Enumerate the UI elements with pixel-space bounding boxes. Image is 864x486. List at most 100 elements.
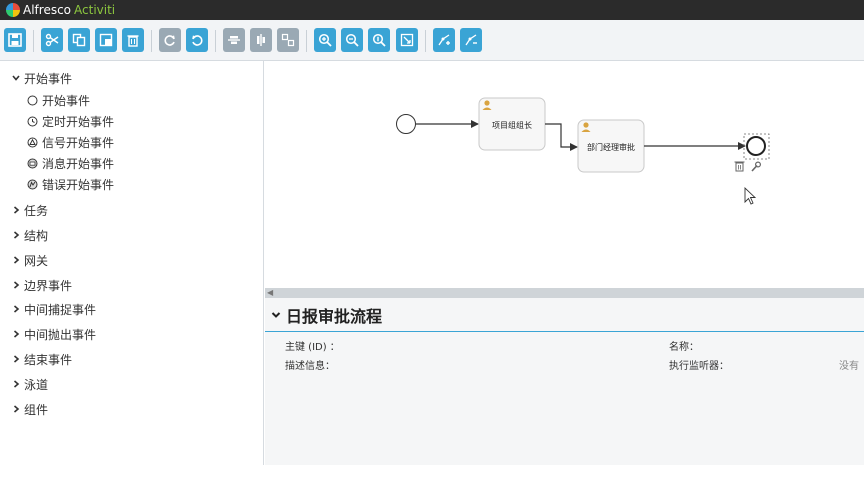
align-vertical-button[interactable]	[250, 28, 272, 52]
end-event-node[interactable]	[746, 136, 766, 156]
palette-group-boundary-events[interactable]: 边界事件	[0, 275, 72, 295]
paste-button[interactable]	[95, 28, 117, 52]
shape-palette: 开始事件 开始事件 定时开始事件 信号开始事件 消息开始事件 错误开始事件 任务	[0, 61, 264, 465]
wrench-icon[interactable]	[751, 161, 762, 172]
chevron-down-icon	[12, 74, 24, 82]
palette-group-label: 结构	[24, 228, 49, 243]
align-horizontal-icon	[228, 36, 240, 44]
delete-icon[interactable]	[734, 161, 745, 172]
user-task-node[interactable]: 项目组组长	[478, 97, 546, 151]
remove-bendpoint-button[interactable]	[460, 28, 482, 52]
add-bendpoint-icon	[438, 34, 450, 46]
zoom-out-icon	[345, 33, 359, 47]
process-diagram: 项目组组长 部门经理审批	[396, 97, 770, 205]
app-logo: Alfresco Activiti	[6, 3, 115, 17]
copy-icon	[72, 33, 86, 47]
properties-panel: 日报审批流程 主键 (ID) ： 描述信息： 名称： 执行监听器： 没有	[265, 298, 864, 465]
palette-item-start-event[interactable]: 开始事件	[26, 91, 90, 109]
brand-name: Alfresco	[23, 3, 72, 17]
palette-group-start-events[interactable]: 开始事件	[0, 68, 72, 88]
toolbar-separator	[151, 30, 152, 52]
same-size-icon	[281, 33, 295, 47]
cut-button[interactable]	[41, 28, 63, 52]
palette-item-message-start-event[interactable]: 消息开始事件	[26, 154, 114, 172]
palette-group-artifacts[interactable]: 组件	[0, 399, 48, 419]
property-name-label[interactable]: 名称：	[669, 338, 699, 353]
timer-icon	[26, 115, 38, 127]
chevron-right-icon	[12, 330, 24, 338]
chevron-right-icon	[12, 405, 24, 413]
palette-item-label: 开始事件	[42, 93, 91, 108]
palette-group-gateways[interactable]: 网关	[0, 250, 48, 270]
app-header: Alfresco Activiti	[0, 0, 864, 20]
chevron-right-icon	[12, 305, 24, 313]
diagram-canvas[interactable]: 项目组组长 部门经理审批	[265, 61, 864, 288]
palette-item-error-start-event[interactable]: 错误开始事件	[26, 175, 114, 193]
palette-item-signal-start-event[interactable]: 信号开始事件	[26, 133, 114, 151]
property-listener-label[interactable]: 执行监听器：	[669, 357, 729, 372]
chevron-down-icon	[271, 310, 281, 320]
save-icon	[8, 33, 22, 47]
start-event-icon	[26, 94, 38, 106]
copy-button[interactable]	[68, 28, 90, 52]
property-id-label[interactable]: 主键 (ID) ：	[285, 338, 340, 353]
same-size-button[interactable]	[277, 28, 299, 52]
palette-group-label: 边界事件	[24, 278, 73, 293]
mouse-cursor-icon	[744, 186, 757, 205]
palette-group-tasks[interactable]: 任务	[0, 200, 48, 220]
palette-group-label: 中间捕捉事件	[24, 302, 97, 317]
task-label: 部门经理审批	[587, 142, 635, 152]
palette-group-structure[interactable]: 结构	[0, 225, 48, 245]
message-icon	[26, 157, 38, 169]
zoom-fit-icon	[400, 33, 414, 47]
zoom-out-button[interactable]	[341, 28, 363, 52]
palette-group-label: 结束事件	[24, 352, 73, 367]
zoom-actual-button[interactable]	[368, 28, 390, 52]
palette-group-swimlanes[interactable]: 泳道	[0, 374, 48, 394]
user-task-node[interactable]: 部门经理审批	[577, 119, 645, 173]
undo-icon	[192, 35, 203, 46]
add-bendpoint-button[interactable]	[433, 28, 455, 52]
palette-group-label: 开始事件	[24, 71, 73, 86]
palette-item-label: 错误开始事件	[42, 177, 115, 192]
palette-item-label: 消息开始事件	[42, 156, 115, 171]
palette-group-label: 网关	[24, 253, 49, 268]
zoom-actual-icon	[372, 33, 386, 47]
align-horizontal-button[interactable]	[223, 28, 245, 52]
process-title: 日报审批流程	[286, 306, 383, 326]
palette-group-end-events[interactable]: 结束事件	[0, 349, 72, 369]
save-button[interactable]	[4, 28, 26, 52]
toolbar-separator	[33, 30, 34, 52]
chevron-right-icon	[12, 281, 24, 289]
zoom-in-icon	[318, 33, 332, 47]
start-event-node[interactable]	[396, 114, 416, 134]
palette-group-intermediate-throw-events[interactable]: 中间抛出事件	[0, 324, 96, 344]
toolbar-separator	[215, 30, 216, 52]
sequence-flow[interactable]	[545, 123, 578, 151]
properties-header[interactable]: 日报审批流程	[265, 298, 864, 332]
palette-group-intermediate-catch-events[interactable]: 中间捕捉事件	[0, 299, 96, 319]
zoom-in-button[interactable]	[314, 28, 336, 52]
palette-item-timer-start-event[interactable]: 定时开始事件	[26, 112, 114, 130]
zoom-fit-button[interactable]	[396, 28, 418, 52]
property-description-label[interactable]: 描述信息：	[285, 357, 335, 372]
undo-button[interactable]	[186, 28, 208, 52]
property-listener-value[interactable]: 没有	[839, 357, 859, 372]
scroll-left-icon[interactable]: ◀	[267, 288, 273, 298]
logo-icon	[6, 3, 20, 17]
palette-group-label: 任务	[24, 203, 49, 218]
signal-icon	[26, 136, 38, 148]
delete-icon	[127, 35, 139, 47]
task-label: 项目组组长	[492, 120, 532, 130]
palette-item-label: 定时开始事件	[42, 114, 115, 129]
paste-icon	[99, 33, 113, 47]
redo-button[interactable]	[159, 28, 181, 52]
horizontal-scrollbar[interactable]: ◀	[265, 288, 864, 298]
chevron-right-icon	[12, 206, 24, 214]
redo-icon	[164, 35, 175, 46]
chevron-right-icon	[12, 380, 24, 388]
delete-button[interactable]	[122, 28, 144, 52]
chevron-right-icon	[12, 256, 24, 264]
palette-group-label: 泳道	[24, 377, 49, 392]
palette-group-label: 组件	[24, 402, 49, 417]
